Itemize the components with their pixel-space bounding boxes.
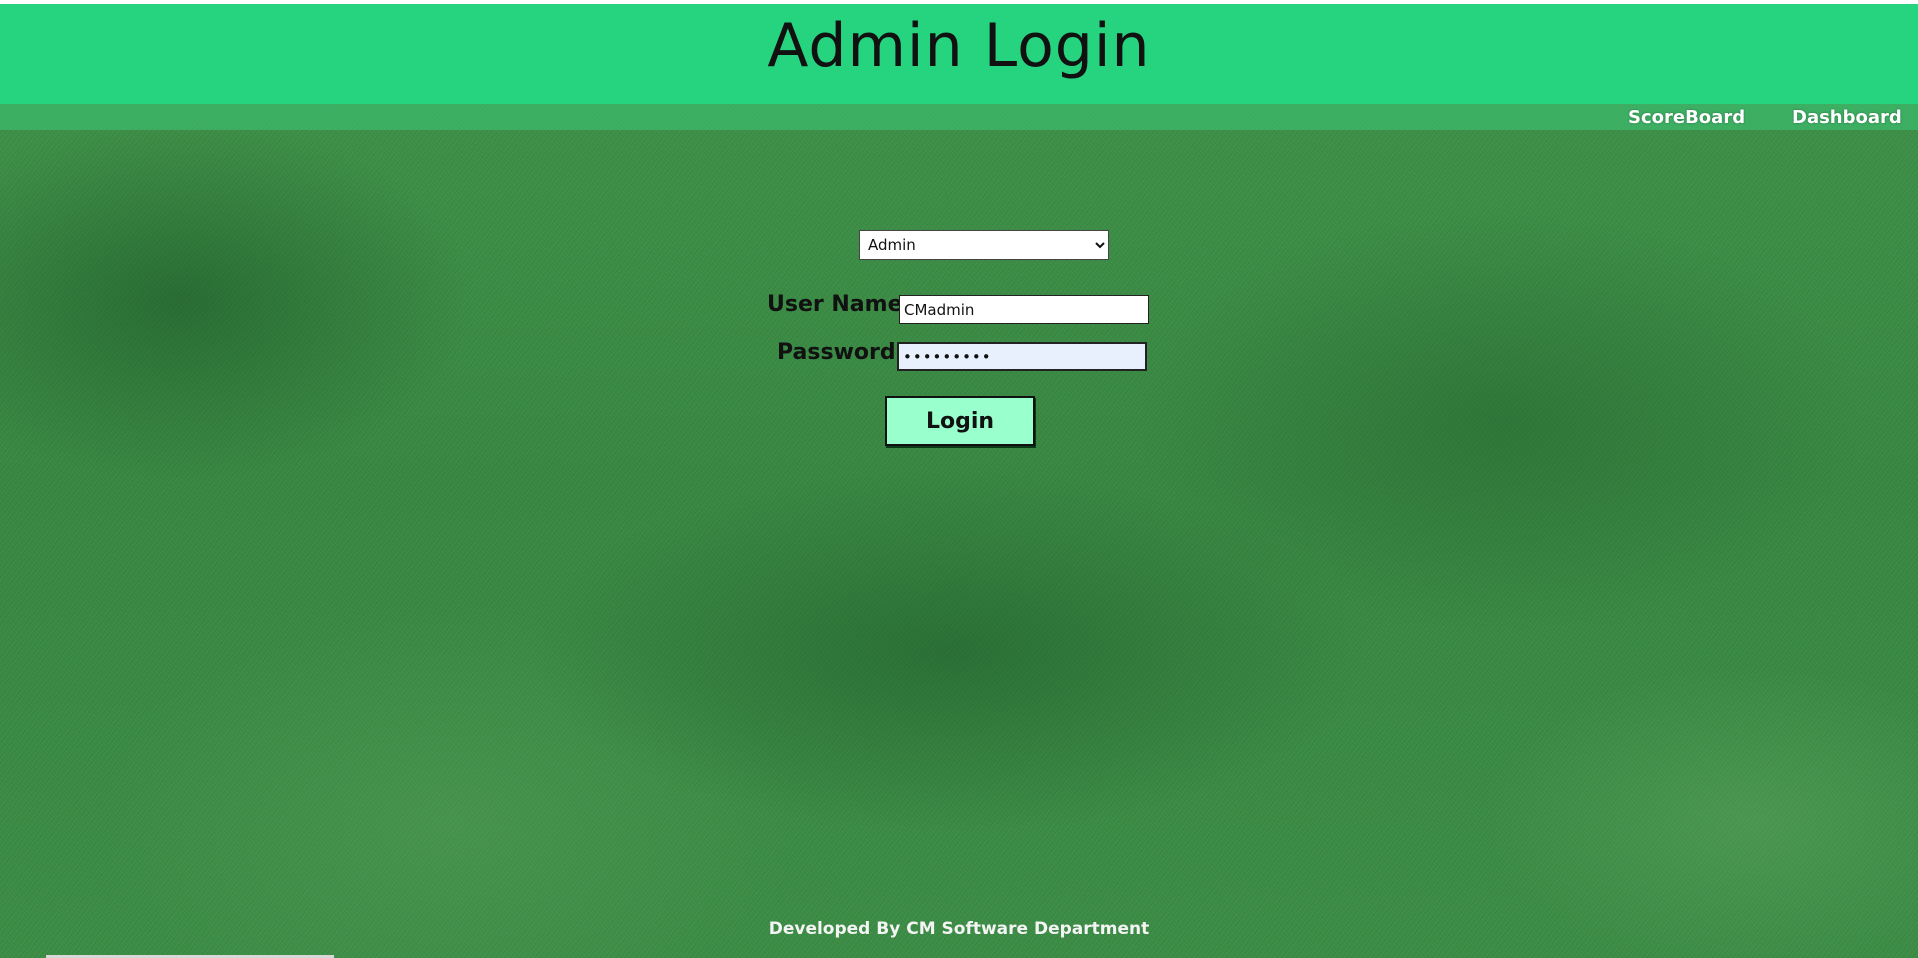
role-select[interactable]: Admin <box>859 230 1109 260</box>
nav-link-dashboard[interactable]: Dashboard <box>1792 107 1902 128</box>
password-label: Password <box>777 340 896 365</box>
username-input[interactable] <box>899 295 1149 324</box>
password-input[interactable] <box>897 342 1147 371</box>
page-title: Admin Login <box>767 11 1151 81</box>
footer-credit: Developed By CM Software Department <box>768 919 1150 939</box>
username-label: User Name <box>767 292 903 317</box>
nav-link-scoreboard[interactable]: ScoreBoard <box>1628 107 1745 128</box>
login-button[interactable]: Login <box>885 396 1035 446</box>
